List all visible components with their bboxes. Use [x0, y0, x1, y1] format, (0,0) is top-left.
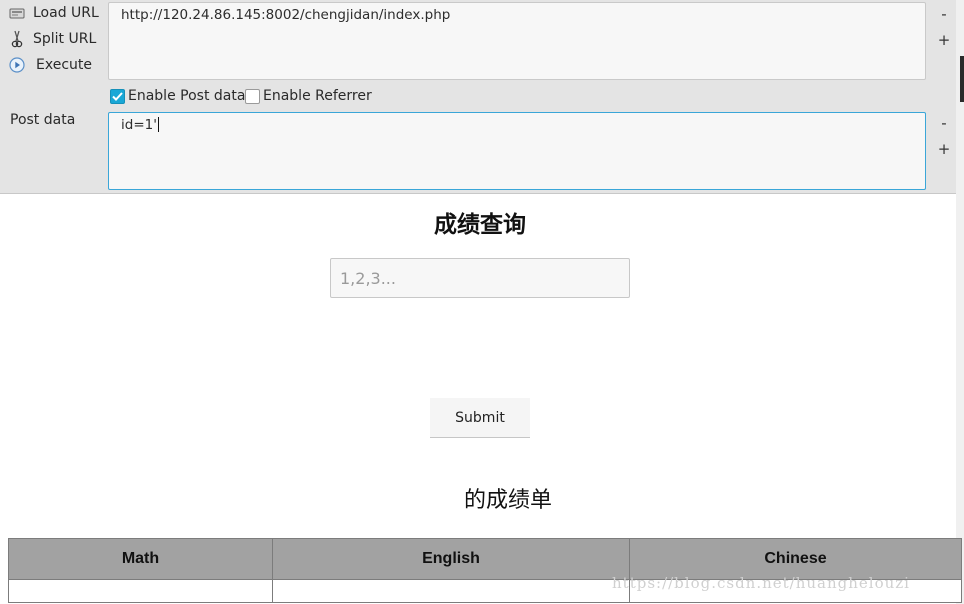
watermark: https://blog.csdn.net/huanghelouzi: [612, 574, 910, 592]
load-url-label: Load URL: [33, 5, 99, 21]
post-grow-button[interactable]: +: [936, 140, 952, 158]
scissors-icon: [8, 30, 26, 48]
split-url-label: Split URL: [33, 31, 97, 47]
id-input[interactable]: [330, 258, 630, 298]
url-shrink-button[interactable]: -: [936, 5, 952, 23]
post-data-label: Post data: [10, 112, 76, 128]
header-english: English: [272, 538, 630, 580]
enable-post-label: Enable Post data: [128, 88, 246, 104]
execute-button[interactable]: Execute: [8, 53, 92, 77]
enable-referrer-label: Enable Referrer: [263, 88, 372, 104]
checkmark-icon: [112, 91, 123, 101]
url-grow-button[interactable]: +: [936, 31, 952, 49]
load-url-icon: [8, 4, 26, 22]
split-url-button[interactable]: Split URL: [8, 27, 96, 51]
cell-math: [8, 579, 273, 603]
post-data-textarea[interactable]: id=1': [108, 112, 926, 190]
url-textarea[interactable]: http://120.24.86.145:8002/chengjidan/ind…: [108, 2, 926, 80]
hackbar-panel: Load URL Split URL Execute http://120.24…: [0, 0, 964, 194]
text-caret: [157, 117, 159, 132]
post-shrink-button[interactable]: -: [936, 114, 952, 132]
scores-table: Math English Chinese: [8, 538, 962, 603]
enable-post-checkbox[interactable]: [110, 88, 125, 104]
page-title: 成绩查询: [434, 212, 526, 238]
enable-referrer-checkbox[interactable]: [245, 88, 260, 104]
execute-label: Execute: [36, 57, 92, 73]
header-math: Math: [8, 538, 273, 580]
report-title: 的成绩单: [463, 488, 552, 513]
post-data-value: id=1': [121, 117, 157, 133]
submit-button[interactable]: Submit: [430, 398, 530, 438]
load-url-button[interactable]: Load URL: [8, 1, 99, 25]
play-icon: [8, 56, 26, 74]
url-value: http://120.24.86.145:8002/chengjidan/ind…: [121, 7, 451, 23]
enable-referrer-toggle[interactable]: Enable Referrer: [245, 86, 372, 106]
cell-english: [272, 579, 630, 603]
scrollbar-thumb[interactable]: [960, 56, 964, 102]
enable-post-toggle[interactable]: Enable Post data: [110, 86, 245, 106]
